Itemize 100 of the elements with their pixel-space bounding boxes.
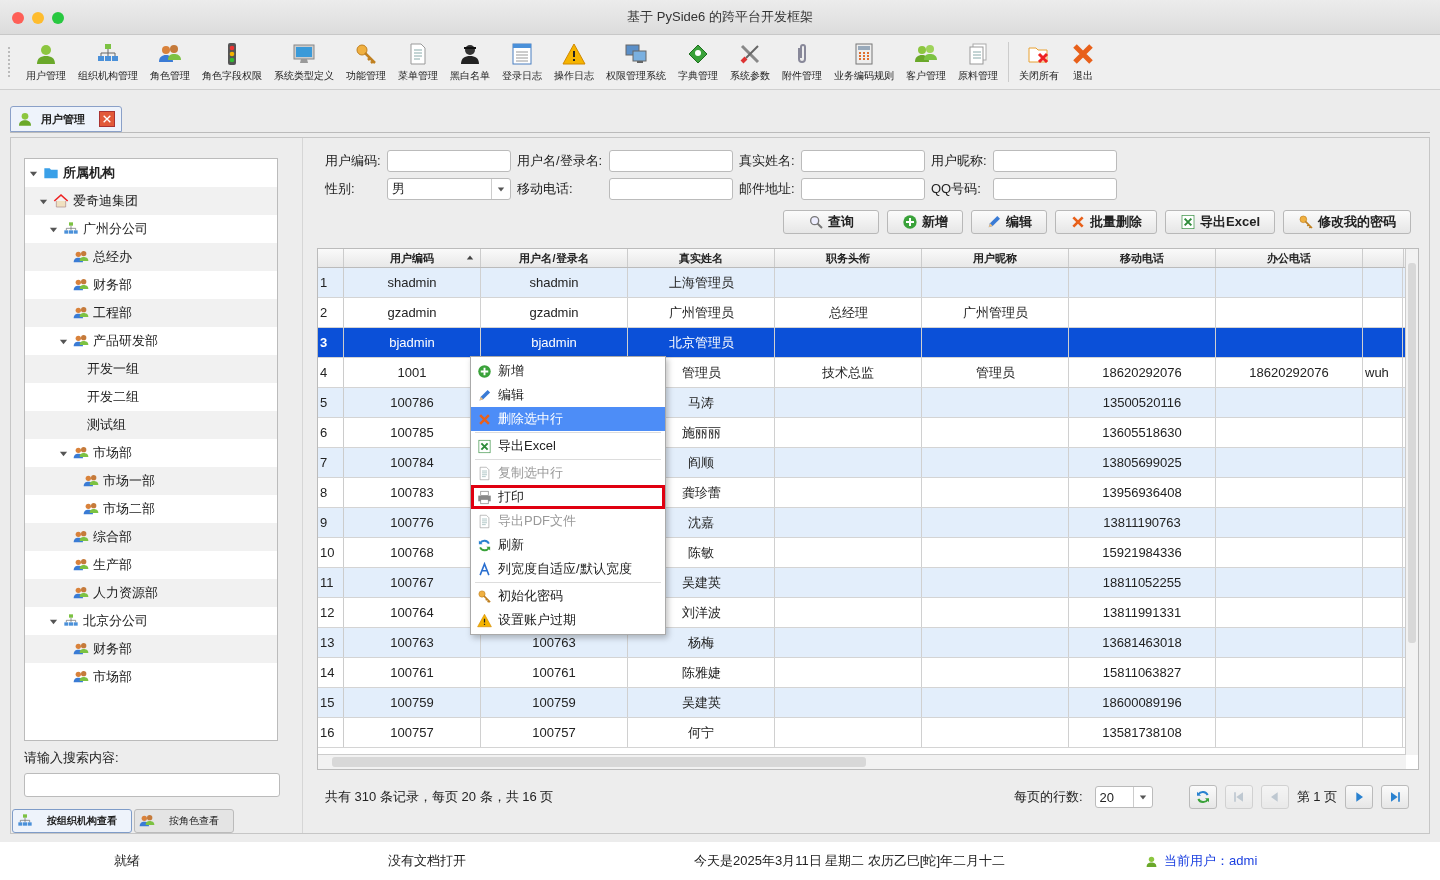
tree-item[interactable]: 市场部: [25, 663, 277, 691]
table-row[interactable]: 13 100763 100763 杨梅 13681463018: [318, 628, 1406, 658]
tree-item[interactable]: 开发二组: [25, 383, 277, 411]
toolbar-button[interactable]: 字典管理: [672, 39, 724, 85]
input-field[interactable]: [801, 150, 925, 172]
column-header[interactable]: 用户名/登录名: [481, 249, 628, 267]
gender-dropdown[interactable]: 男: [387, 178, 511, 200]
input-field[interactable]: [387, 150, 511, 172]
toolbar-button[interactable]: 关闭所有: [1013, 39, 1065, 85]
pager-button[interactable]: [1381, 785, 1409, 809]
tree-item[interactable]: 财务部: [25, 271, 277, 299]
tree-item[interactable]: 爱奇迪集团: [25, 187, 277, 215]
table-row[interactable]: 15 100759 100759 吴建英 18600089196: [318, 688, 1406, 718]
close-icon: [102, 114, 112, 124]
toolbar-button[interactable]: 权限管理系统: [600, 39, 672, 85]
toolbar-button[interactable]: 原料管理: [952, 39, 1004, 85]
toolbar-button[interactable]: 附件管理: [776, 39, 828, 85]
tree-item[interactable]: 市场二部: [25, 495, 277, 523]
table-cell: 阎顺: [688, 453, 714, 472]
maximize-window-button[interactable]: [52, 12, 64, 24]
table-cell: 北京管理员: [668, 333, 734, 352]
row-number: 11: [318, 568, 344, 597]
minimize-window-button[interactable]: [32, 12, 44, 24]
row-number: 8: [318, 478, 344, 507]
table-cell: 管理员: [681, 363, 721, 382]
toolbar-button[interactable]: 退出: [1065, 39, 1101, 85]
close-window-button[interactable]: [12, 12, 24, 24]
input-field[interactable]: [801, 178, 925, 200]
row-number: 7: [318, 448, 344, 477]
tree-item[interactable]: 工程部: [25, 299, 277, 327]
tree-item[interactable]: 北京分公司: [25, 607, 277, 635]
key-icon: [477, 588, 492, 604]
table-cell: 100786: [390, 395, 434, 410]
toolbar-button[interactable]: 系统类型定义: [268, 39, 340, 85]
table-row[interactable]: 3 bjadmin bjadmin 北京管理员: [318, 328, 1406, 358]
toolbar-button[interactable]: 功能管理: [340, 39, 392, 85]
tree-item[interactable]: 人力资源部: [25, 579, 277, 607]
toolbar-button[interactable]: 用户管理: [20, 39, 72, 85]
table-row[interactable]: 16 100757 100757 何宁 13581738108: [318, 718, 1406, 748]
close-tab-button[interactable]: [99, 111, 115, 127]
field-label: 邮件地址:: [739, 180, 795, 198]
view-tab[interactable]: 按组织机构查看: [12, 809, 132, 833]
toolbar-button[interactable]: 角色管理: [144, 39, 196, 85]
toolbar-button[interactable]: 业务编码规则: [828, 39, 900, 85]
field-label: 移动电话:: [517, 180, 574, 198]
action-button[interactable]: 批量删除: [1055, 210, 1157, 234]
table-cell: 100776: [390, 515, 434, 530]
table-row[interactable]: 1 shadmin shadmin 上海管理员: [318, 268, 1406, 298]
search-field[interactable]: [24, 773, 280, 797]
table-cell: 100757: [390, 725, 434, 740]
column-header[interactable]: 移动电话: [1069, 249, 1216, 267]
column-header[interactable]: 办公电话: [1216, 249, 1363, 267]
horizontal-scrollbar[interactable]: [318, 754, 1406, 769]
column-header[interactable]: 职务头衔: [775, 249, 922, 267]
tree-item[interactable]: 市场部: [25, 439, 277, 467]
house-icon: [53, 193, 69, 209]
tree-item[interactable]: 产品研发部: [25, 327, 277, 355]
toolbar-button[interactable]: 组织机构管理: [72, 39, 144, 85]
document-tab[interactable]: 用户管理: [10, 106, 122, 132]
rows-per-page-dropdown[interactable]: 20: [1094, 786, 1153, 808]
tree-item[interactable]: 财务部: [25, 635, 277, 663]
action-button[interactable]: 导出Excel: [1165, 210, 1275, 234]
pager-button[interactable]: [1345, 785, 1373, 809]
tree-item[interactable]: 测试组: [25, 411, 277, 439]
toolbar-button[interactable]: 系统参数: [724, 39, 776, 85]
table-cell: 沈嘉: [688, 513, 714, 532]
toolbar-button[interactable]: 客户管理: [900, 39, 952, 85]
input-field[interactable]: [993, 150, 1117, 172]
input-field[interactable]: [993, 178, 1117, 200]
toolbar-button[interactable]: 登录日志: [496, 39, 548, 85]
menu-item[interactable]: 新增: [471, 359, 665, 383]
table-cell: 15811063827: [1102, 665, 1182, 680]
action-button[interactable]: 修改我的密码: [1283, 210, 1411, 234]
tree-item[interactable]: 生产部: [25, 551, 277, 579]
column-header[interactable]: 真实姓名: [628, 249, 775, 267]
tree-item[interactable]: 总经办: [25, 243, 277, 271]
vertical-scrollbar[interactable]: [1405, 249, 1418, 755]
pager-button[interactable]: [1188, 785, 1217, 809]
tree-item[interactable]: 开发一组: [25, 355, 277, 383]
action-button[interactable]: 查询: [783, 210, 879, 234]
tree-item[interactable]: 广州分公司: [25, 215, 277, 243]
column-header[interactable]: 用户编码: [344, 249, 481, 267]
table-cell: 吴建英: [681, 693, 721, 712]
action-button[interactable]: 编辑: [971, 210, 1047, 234]
input-field[interactable]: [609, 178, 733, 200]
toolbar-button[interactable]: 菜单管理: [392, 39, 444, 85]
menu-item[interactable]: 打印: [471, 485, 665, 509]
toolbar-button[interactable]: 黑白名单: [444, 39, 496, 85]
column-header[interactable]: 用户昵称: [922, 249, 1069, 267]
tree-item[interactable]: 市场一部: [25, 467, 277, 495]
table-cell: wuh: [1365, 365, 1389, 380]
view-tab[interactable]: 按角色查看: [134, 809, 234, 833]
toolbar-button[interactable]: 操作日志: [548, 39, 600, 85]
refresh-icon: [477, 537, 492, 553]
toolbar-button[interactable]: 角色字段权限: [196, 39, 268, 85]
date-text: 今天是2025年3月11日 星期二 农历乙巳[蛇]年二月十二: [694, 852, 1006, 870]
input-field[interactable]: [609, 150, 733, 172]
tree-item[interactable]: 综合部: [25, 523, 277, 551]
action-button[interactable]: 新增: [887, 210, 963, 234]
tree-item[interactable]: 所属机构: [25, 159, 277, 187]
